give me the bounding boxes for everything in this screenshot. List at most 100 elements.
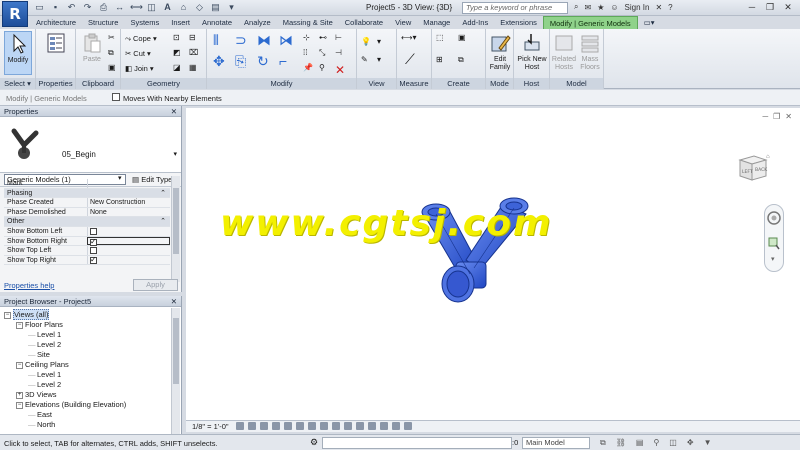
undo-icon[interactable]: ↶ [66, 2, 77, 13]
visual-style-icon[interactable] [248, 422, 256, 430]
browser-tree-node[interactable]: — Site [4, 350, 126, 360]
browser-tree-node[interactable]: − Ceiling Plans [4, 360, 126, 370]
zoom-region-icon[interactable] [768, 237, 780, 251]
tab-collaborate[interactable]: Collaborate [339, 16, 389, 29]
tab-modify-generic-models[interactable]: Modify | Generic Models [542, 16, 638, 29]
property-checkbox-cell[interactable] [87, 226, 170, 236]
temp-hide-icon[interactable] [332, 422, 340, 430]
visibility-dropdown-icon[interactable]: ▾ [377, 37, 389, 49]
browser-tree-node[interactable]: — Level 2 [4, 380, 126, 390]
create-similar-icon[interactable]: ⧉ [458, 55, 476, 73]
sign-in-link[interactable]: Sign In [625, 3, 650, 12]
modify-button[interactable]: Modify [4, 31, 32, 75]
properties-button[interactable] [42, 31, 70, 75]
temporary-view-icon[interactable] [368, 422, 376, 430]
tag-icon[interactable]: ◫ [146, 2, 157, 13]
collapse-icon[interactable]: − [16, 321, 23, 329]
cope-button[interactable]: ⤳ Cope ▾ [125, 33, 157, 44]
tab-massing-site[interactable]: Massing & Site [277, 16, 339, 29]
pick-new-host-button[interactable]: Pick New Host [517, 31, 547, 75]
select-links-icon[interactable]: ⛓ [616, 438, 626, 448]
wall-joins-icon[interactable]: ⊡ [173, 33, 185, 45]
browser-tree-node[interactable]: − Floor Plans [4, 320, 126, 330]
create-assembly-icon[interactable]: ⬚ [436, 33, 454, 51]
measure-distance-icon[interactable]: ⟷▾ [401, 33, 427, 45]
close-button[interactable]: ✕ [780, 1, 796, 13]
render-icon[interactable] [284, 422, 292, 430]
collapse-icon[interactable]: ⌃ [160, 217, 170, 226]
open-icon[interactable]: ▭ [34, 2, 45, 13]
analytical-model-icon[interactable] [380, 422, 388, 430]
hide-element-icon[interactable]: 💡 [361, 37, 373, 49]
expand-icon[interactable]: + [16, 391, 23, 399]
view-close-button[interactable]: ✕ [785, 112, 792, 121]
mirror-draw-icon[interactable]: ⧒ [279, 32, 295, 48]
select-underlay-icon[interactable]: ▤ [636, 438, 644, 448]
select-by-face-icon[interactable]: ◫ [669, 438, 677, 448]
reveal-hidden-icon[interactable] [344, 422, 352, 430]
restore-button[interactable]: ❐ [762, 1, 778, 13]
tab-annotate[interactable]: Annotate [196, 16, 238, 29]
property-checkbox[interactable] [90, 247, 97, 255]
user-icon[interactable]: ☺ [610, 3, 618, 12]
detail-level-icon[interactable] [236, 422, 244, 430]
align-icon[interactable]: ⫴ [213, 32, 229, 48]
revit-app-button[interactable]: R [2, 1, 28, 27]
reveal-constraints-icon[interactable] [404, 422, 412, 430]
browser-tree-node[interactable]: +3D Views [4, 390, 126, 400]
copy-icon[interactable]: ⎘ [235, 53, 251, 69]
cut-clipboard-icon[interactable]: ✂ [108, 33, 120, 45]
rotate-icon[interactable]: ↻ [257, 53, 273, 69]
switch-windows-icon[interactable]: ▾ [226, 2, 237, 13]
browser-tree-node[interactable]: — Level 2 [4, 340, 126, 350]
subscription-icon[interactable]: ✉ [584, 3, 591, 12]
split-icon[interactable]: ⊹ [303, 33, 315, 45]
measure-icon[interactable]: ↔ [114, 2, 125, 13]
trim-extend-icon[interactable]: ⊢ [335, 33, 347, 45]
join-roof-icon[interactable]: ◪ [173, 63, 185, 75]
property-row[interactable]: Show Bottom Right [4, 236, 170, 247]
3d-view-canvas[interactable]: ─ ❐ ✕ LEFT BACK ⌂ ▾ www.cgtsj.com [186, 108, 800, 420]
pin-icon[interactable]: 📌 [303, 63, 315, 75]
browser-tree-node[interactable]: — North [4, 420, 126, 430]
scale-icon[interactable]: ⤡ [319, 48, 331, 60]
zoom-dropdown-icon[interactable]: ▾ [771, 255, 775, 263]
close-icon[interactable]: ✕ [171, 296, 177, 307]
view-minimize-button[interactable]: ─ [762, 112, 768, 121]
browser-tree-node[interactable]: − Views (all) [4, 309, 126, 320]
redo-icon[interactable]: ↷ [82, 2, 93, 13]
tab-analyze[interactable]: Analyze [238, 16, 277, 29]
create-group-icon[interactable]: ⊞ [436, 55, 454, 73]
aligned-dimension-icon[interactable]: ⟋ [405, 51, 423, 69]
properties-scrollbar[interactable] [171, 176, 180, 282]
create-parts-icon[interactable]: ▣ [458, 33, 476, 51]
tab-architecture[interactable]: Architecture [30, 16, 82, 29]
type-selector[interactable]: 05_Begin ▾ [0, 117, 181, 173]
property-value[interactable] [87, 179, 170, 188]
sun-path-icon[interactable] [260, 422, 268, 430]
move-icon[interactable]: ✥ [213, 53, 229, 69]
collapse-icon[interactable]: − [4, 311, 11, 319]
properties-help-link[interactable]: Properties help [4, 281, 54, 290]
text-icon[interactable]: A [162, 2, 173, 13]
3d-view-icon[interactable]: ⌂ [178, 2, 189, 13]
tab-manage[interactable]: Manage [417, 16, 456, 29]
worksharing-icon[interactable] [356, 422, 364, 430]
collapse-icon[interactable]: ⌃ [160, 189, 170, 198]
mirror-axis-icon[interactable]: ⧓ [257, 32, 273, 48]
search-input[interactable]: Type a keyword or phrase [462, 2, 568, 14]
cut-button[interactable]: ✂ Cut ▾ [125, 48, 151, 59]
panel-select-label[interactable]: Select ▾ [0, 78, 35, 89]
shadows-icon[interactable] [272, 422, 280, 430]
view-restore-button[interactable]: ❐ [773, 112, 780, 121]
select-pinned-icon[interactable]: ⚲ [653, 438, 659, 448]
steering-wheel-icon[interactable] [767, 211, 781, 225]
browser-tree-node[interactable]: — Level 1 [4, 370, 126, 380]
related-hosts-button[interactable]: Related Hosts [551, 31, 577, 75]
property-row[interactable]: Phase Created New Construction [4, 198, 170, 208]
property-value[interactable]: New Construction [87, 198, 170, 207]
property-checkbox-cell[interactable] [87, 255, 170, 265]
browser-scrollbar[interactable] [171, 308, 180, 434]
close-icon[interactable]: ✕ [171, 106, 177, 117]
section-icon[interactable]: ◇ [194, 2, 205, 13]
